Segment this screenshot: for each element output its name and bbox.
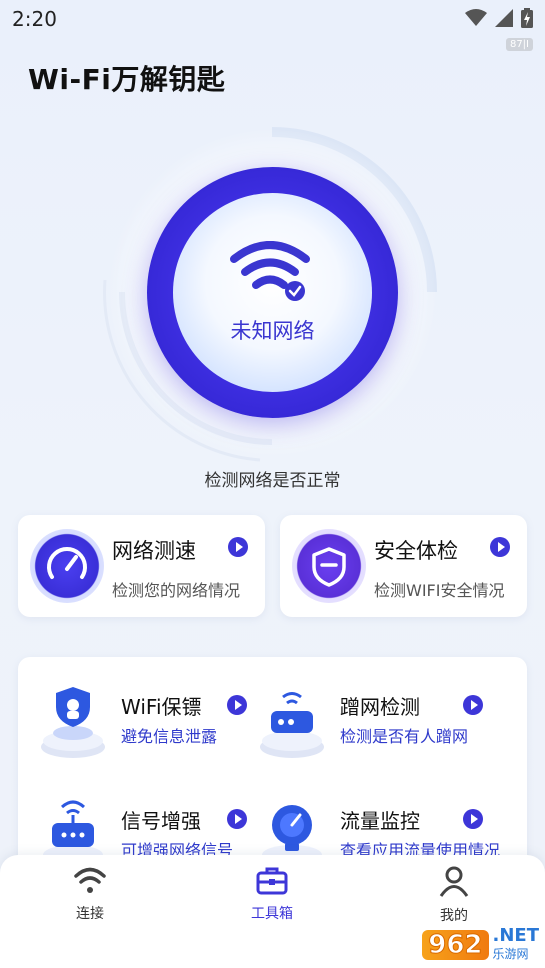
security-check-title: 安全体检 <box>374 539 458 563</box>
nav-label-toolbox: 工具箱 <box>251 906 293 922</box>
wifi-check-icon <box>229 240 310 301</box>
speed-test-play-icon[interactable] <box>228 537 248 557</box>
status-badge: 87|I <box>505 38 533 51</box>
hero-subtitle: 检测网络是否正常 <box>204 471 341 491</box>
wifi-signal-icon <box>465 9 487 26</box>
status-bar: 2:20 <box>0 0 545 38</box>
cell-signal-icon <box>495 9 513 27</box>
watermark-sub: 乐游网 <box>492 947 529 961</box>
toolbox-icon <box>256 867 288 895</box>
site-watermark: 962 .NET 乐游网 <box>422 927 539 962</box>
tool-leech-check[interactable]: 蹭网检测 检测是否有人蹭网 <box>237 671 483 761</box>
signal-boost-title: 信号增强 <box>121 809 201 833</box>
nav-label-connect: 连接 <box>76 906 104 922</box>
app-title: Wi-Fi万解钥匙 <box>28 63 226 96</box>
wifi-guard-icon <box>41 687 105 758</box>
person-icon <box>439 866 469 897</box>
security-check-play-icon[interactable] <box>490 537 510 557</box>
leech-check-title: 蹭网检测 <box>340 695 420 719</box>
traffic-monitor-play-icon[interactable] <box>463 809 483 829</box>
security-check-card[interactable]: 安全体检 检测WIFI安全情况 <box>280 515 527 617</box>
leech-check-desc: 检测是否有人蹭网 <box>340 727 469 746</box>
speedometer-icon <box>30 529 104 603</box>
tool-wifi-guard[interactable]: WiFi保镖 避免信息泄露 <box>18 671 258 761</box>
nav-label-mine: 我的 <box>440 908 468 924</box>
network-status-hero[interactable]: 未知网络 <box>103 127 437 462</box>
router-icon <box>260 692 324 758</box>
wifi-icon <box>74 867 106 893</box>
speed-test-card[interactable]: 网络测速 检测您的网络情况 <box>18 515 265 617</box>
speed-test-title: 网络测速 <box>112 539 196 563</box>
traffic-monitor-title: 流量监控 <box>340 809 420 833</box>
status-icons <box>465 8 533 28</box>
nav-tab-toolbox[interactable]: 工具箱 <box>222 865 322 923</box>
wifi-guard-title: WiFi保镖 <box>121 695 202 719</box>
leech-check-play-icon[interactable] <box>463 695 483 715</box>
security-check-desc: 检测WIFI安全情况 <box>374 581 505 600</box>
watermark-number: 962 <box>422 929 489 960</box>
hero-inner[interactable]: 未知网络 <box>173 193 372 392</box>
watermark-net: .NET <box>492 925 539 946</box>
speed-test-desc: 检测您的网络情况 <box>112 581 241 600</box>
wifi-guard-desc: 避免信息泄露 <box>121 727 218 746</box>
status-time: 2:20 <box>12 7 57 31</box>
nav-tab-mine[interactable]: 我的 <box>404 865 504 925</box>
network-name: 未知网络 <box>230 318 315 343</box>
shield-icon <box>292 529 366 603</box>
nav-tab-connect[interactable]: 连接 <box>40 865 140 923</box>
battery-icon <box>521 8 533 28</box>
